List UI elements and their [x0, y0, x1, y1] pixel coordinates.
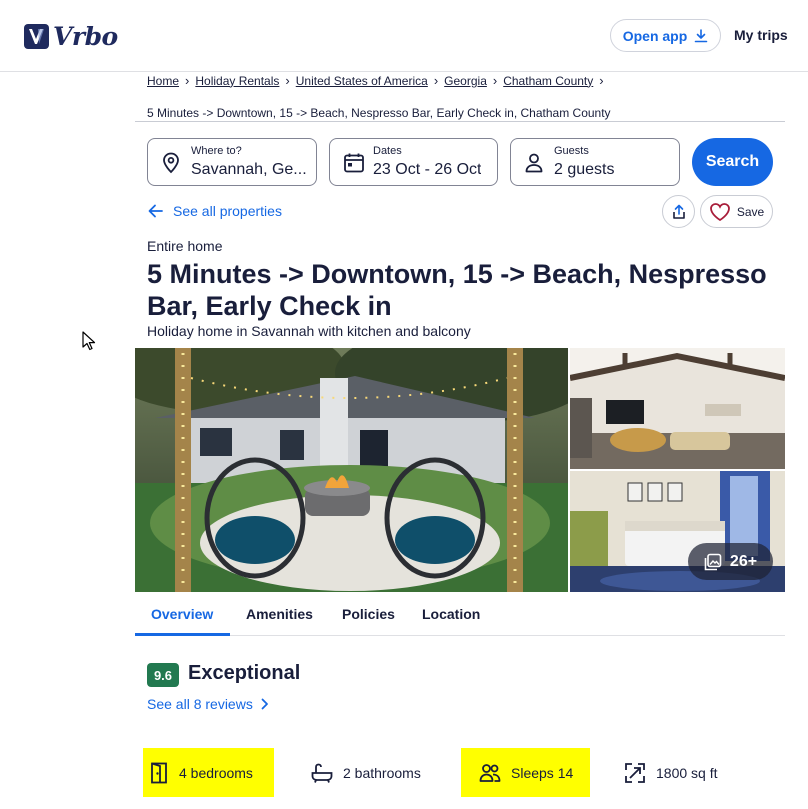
photos-icon — [704, 553, 722, 570]
photo-count-label: 26+ — [729, 552, 758, 570]
tab-amenities[interactable]: Amenities — [246, 606, 313, 622]
gallery-main-photo[interactable] — [135, 348, 568, 592]
guests-value: 2 guests — [554, 161, 615, 178]
chevron-right-icon: › — [285, 73, 290, 88]
bathtub-icon — [311, 763, 333, 783]
property-type: Entire home — [147, 238, 223, 254]
chevron-right-icon: › — [185, 73, 190, 88]
dates-field[interactable]: Dates 23 Oct - 26 Oct — [329, 138, 498, 186]
see-all-properties-link[interactable]: See all properties — [148, 203, 282, 219]
breadcrumb: Home › Holiday Rentals › United States o… — [147, 73, 610, 88]
rating-score-badge: 9.6 — [147, 663, 179, 687]
amenity-bedrooms-label: 4 bedrooms — [179, 764, 253, 781]
tab-overview[interactable]: Overview — [151, 606, 213, 622]
divider — [135, 121, 785, 122]
vrbo-logo[interactable]: Vrbo — [24, 22, 118, 51]
property-title: 5 Minutes -> Downtown, 15 -> Beach, Nesp… — [147, 259, 767, 321]
door-icon — [151, 762, 167, 783]
breadcrumb-current-page: 5 Minutes -> Downtown, 15 -> Beach, Nesp… — [147, 106, 611, 120]
breadcrumb-georgia[interactable]: Georgia — [444, 74, 487, 88]
vrbo-logo-mark-icon — [24, 24, 49, 49]
dates-label: Dates — [373, 145, 402, 157]
chevron-right-icon: › — [433, 73, 439, 88]
property-description: Holiday home in Savannah with kitchen an… — [147, 323, 471, 339]
amenity-sleeps: Sleeps 14 — [461, 748, 590, 797]
heart-icon — [709, 202, 730, 221]
my-trips-link[interactable]: My trips — [734, 27, 788, 43]
rating-label: Exceptional — [188, 662, 301, 684]
save-label: Save — [736, 204, 765, 219]
amenity-sleeps-label: Sleeps 14 — [511, 764, 574, 781]
amenity-bathrooms-label: 2 bathrooms — [343, 764, 421, 781]
section-tabs: Overview Amenities Policies Location — [135, 596, 785, 636]
guests-label: Guests — [554, 145, 589, 157]
arrow-left-icon — [148, 204, 163, 218]
view-all-photos-button[interactable]: 26+ — [688, 543, 773, 580]
tab-location[interactable]: Location — [422, 606, 480, 622]
where-to-label: Where to? — [191, 145, 242, 157]
share-button[interactable] — [662, 195, 695, 228]
person-icon — [525, 153, 543, 173]
chevron-right-icon: › — [599, 73, 604, 88]
brand-name: Vrbo — [53, 22, 118, 51]
where-to-value: Savannah, Ge... — [191, 161, 307, 178]
expand-icon — [625, 762, 645, 783]
open-app-button[interactable]: Open app — [610, 19, 721, 52]
see-all-properties-label: See all properties — [173, 203, 282, 219]
see-all-reviews-label: See all 8 reviews — [147, 696, 253, 712]
save-button[interactable]: Save — [700, 195, 773, 228]
search-button[interactable]: Search — [692, 138, 773, 186]
guests-field[interactable]: Guests 2 guests — [510, 138, 680, 186]
map-pin-icon — [163, 152, 179, 174]
tab-policies[interactable]: Policies — [342, 606, 395, 622]
open-app-label: Open app — [622, 27, 688, 44]
breadcrumb-home[interactable]: Home — [147, 74, 179, 88]
where-to-field[interactable]: Where to? Savannah, Ge... — [147, 138, 317, 186]
active-tab-indicator — [135, 633, 230, 636]
see-all-reviews-link[interactable]: See all 8 reviews — [147, 696, 269, 712]
calendar-icon — [344, 153, 364, 173]
download-icon — [694, 28, 708, 42]
people-icon — [479, 763, 501, 782]
amenity-bathrooms: 2 bathrooms — [311, 748, 441, 797]
site-header: Vrbo Open app My trips — [0, 0, 808, 72]
dates-value: 23 Oct - 26 Oct — [373, 161, 482, 178]
breadcrumb-chatham-county[interactable]: Chatham County — [503, 74, 593, 88]
share-icon — [672, 204, 685, 219]
gallery-living-room-photo[interactable] — [570, 348, 785, 469]
chevron-right-icon — [261, 698, 268, 710]
mouse-cursor-icon — [82, 331, 96, 351]
amenity-area: 1800 sq ft — [624, 748, 744, 797]
amenity-area-label: 1800 sq ft — [656, 764, 718, 781]
breadcrumb-usa[interactable]: United States of America — [296, 74, 428, 88]
breadcrumb-holiday-rentals[interactable]: Holiday Rentals — [195, 74, 279, 88]
amenity-bedrooms: 4 bedrooms — [143, 748, 274, 797]
chevron-right-icon: › — [492, 73, 498, 88]
